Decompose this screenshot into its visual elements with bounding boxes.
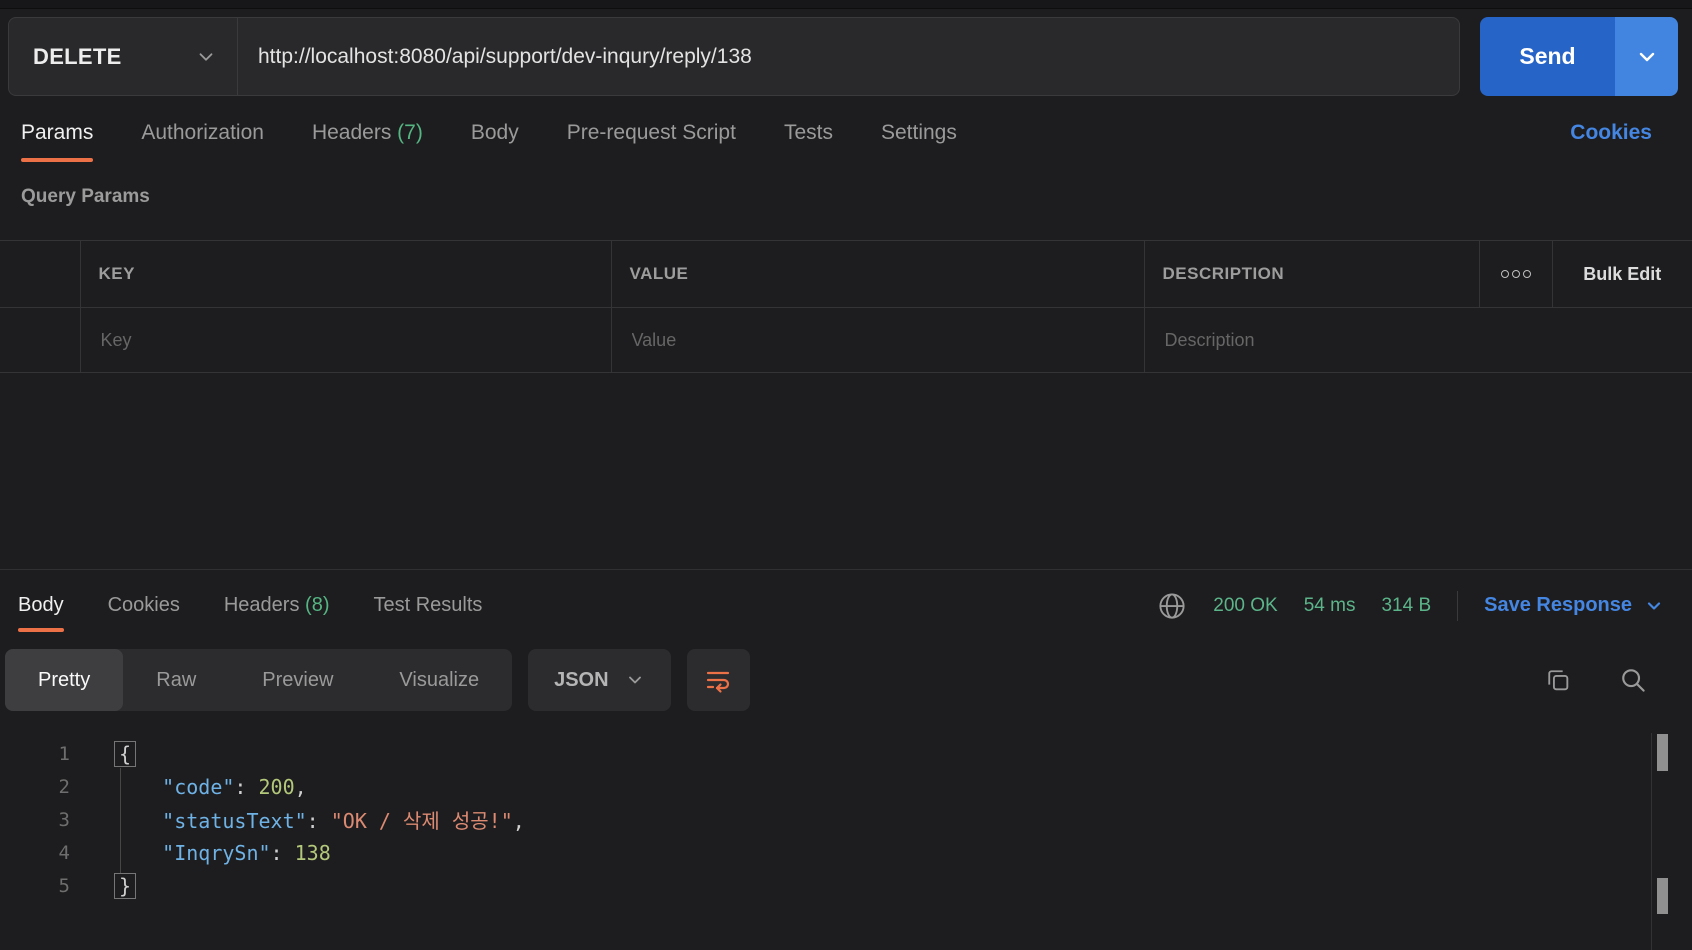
url-box: DELETE bbox=[8, 17, 1460, 96]
divider bbox=[1457, 590, 1459, 621]
status-code: 200 OK bbox=[1213, 594, 1278, 616]
code-line: 3 "statusText": "OK / 삭제 성공!", bbox=[0, 803, 1692, 836]
tab-settings[interactable]: Settings bbox=[881, 121, 957, 145]
copy-button[interactable] bbox=[1544, 666, 1572, 694]
code-line: 1{ bbox=[0, 737, 1692, 770]
tab-tests[interactable]: Tests bbox=[784, 121, 833, 145]
tab-content-top-edge bbox=[0, 0, 1692, 9]
tab-params[interactable]: Params bbox=[21, 121, 94, 162]
response-tab-cookies[interactable]: Cookies bbox=[108, 594, 180, 617]
view-pretty[interactable]: Pretty bbox=[5, 649, 124, 711]
select-all-cell[interactable] bbox=[0, 240, 81, 308]
view-mode-switcher: Pretty Raw Preview Visualize bbox=[5, 649, 513, 711]
code-line: 5} bbox=[0, 869, 1692, 902]
more-options-button[interactable] bbox=[1479, 240, 1553, 308]
code-line: 2 "code": 200, bbox=[0, 770, 1692, 803]
param-row bbox=[0, 307, 1692, 373]
response-headers-count: (8) bbox=[305, 594, 330, 616]
code-line: 4 "InqrySn": 138 bbox=[0, 836, 1692, 869]
chevron-down-icon bbox=[625, 670, 645, 690]
column-header-value: VALUE bbox=[629, 264, 689, 283]
request-body-empty-area bbox=[0, 373, 1692, 569]
scrollbar-thumb[interactable] bbox=[1657, 734, 1668, 771]
response-header: Body Cookies Headers (8) Test Results 20… bbox=[0, 569, 1692, 641]
line-number: 3 bbox=[58, 808, 70, 831]
send-button-label[interactable]: Send bbox=[1480, 17, 1615, 96]
language-dropdown[interactable]: JSON bbox=[528, 649, 671, 711]
indent-guide bbox=[120, 768, 121, 873]
tab-authorization[interactable]: Authorization bbox=[141, 121, 264, 145]
chevron-down-icon bbox=[195, 46, 217, 68]
query-params-table: KEY VALUE DESCRIPTION Bulk Edit bbox=[0, 240, 1692, 373]
response-actions bbox=[1544, 665, 1648, 695]
response-size: 314 B bbox=[1381, 594, 1432, 616]
tab-pre-request-script[interactable]: Pre-request Script bbox=[567, 121, 736, 145]
three-circles-icon bbox=[1500, 269, 1531, 278]
chevron-down-icon bbox=[1644, 596, 1664, 616]
response-body-viewer: 1{2 "code": 200, 3 "statusText": "OK / 삭제… bbox=[0, 737, 1692, 902]
search-button[interactable] bbox=[1618, 665, 1648, 695]
line-number: 5 bbox=[58, 874, 70, 897]
view-raw[interactable]: Raw bbox=[123, 649, 229, 711]
view-preview[interactable]: Preview bbox=[229, 649, 366, 711]
tab-body[interactable]: Body bbox=[471, 121, 519, 145]
url-input[interactable] bbox=[238, 18, 1459, 95]
view-visualize[interactable]: Visualize bbox=[366, 649, 512, 711]
copy-icon bbox=[1544, 666, 1572, 694]
search-icon bbox=[1618, 665, 1648, 695]
column-header-key: KEY bbox=[98, 264, 135, 283]
line-number: 4 bbox=[58, 841, 70, 864]
query-params-title: Query Params bbox=[21, 186, 150, 207]
response-tab-body[interactable]: Body bbox=[18, 594, 64, 632]
save-response-button[interactable]: Save Response bbox=[1484, 594, 1664, 617]
globe-icon[interactable] bbox=[1157, 591, 1187, 621]
send-button[interactable]: Send bbox=[1480, 17, 1678, 96]
table-header-row: KEY VALUE DESCRIPTION Bulk Edit bbox=[0, 240, 1692, 308]
chevron-down-icon bbox=[1635, 45, 1659, 69]
response-meta: 200 OK 54 ms 314 B Save Response bbox=[1157, 590, 1664, 621]
response-tab-test-results[interactable]: Test Results bbox=[373, 594, 482, 617]
method-label: DELETE bbox=[33, 43, 122, 69]
send-options-caret[interactable] bbox=[1615, 17, 1678, 96]
method-selector[interactable]: DELETE bbox=[9, 18, 238, 95]
wrap-text-icon bbox=[703, 665, 733, 695]
line-number: 1 bbox=[58, 742, 70, 765]
request-url-bar: DELETE Send bbox=[0, 9, 1692, 96]
tab-headers[interactable]: Headers (7) bbox=[312, 121, 423, 145]
editor-scrollbar-track bbox=[1651, 733, 1652, 950]
headers-count: (7) bbox=[397, 121, 423, 144]
param-key-input[interactable] bbox=[98, 328, 585, 352]
response-tab-headers[interactable]: Headers (8) bbox=[224, 594, 330, 617]
row-select-cell[interactable] bbox=[0, 307, 81, 373]
cookies-link[interactable]: Cookies bbox=[1570, 121, 1652, 145]
response-time: 54 ms bbox=[1303, 594, 1356, 616]
scrollbar-thumb[interactable] bbox=[1657, 878, 1668, 914]
line-number: 2 bbox=[58, 775, 70, 798]
code-lines: 1{2 "code": 200, 3 "statusText": "OK / 삭제… bbox=[0, 737, 1692, 902]
response-toolbar: Pretty Raw Preview Visualize JSON bbox=[0, 649, 1692, 711]
column-header-description: DESCRIPTION bbox=[1162, 264, 1285, 283]
wrap-line-button[interactable] bbox=[686, 649, 750, 711]
bulk-edit-button[interactable]: Bulk Edit bbox=[1552, 240, 1692, 308]
param-value-input[interactable] bbox=[629, 328, 1118, 352]
param-description-input[interactable] bbox=[1162, 328, 1666, 352]
request-tabs: Params Authorization Headers (7) Body Pr… bbox=[0, 96, 1692, 170]
